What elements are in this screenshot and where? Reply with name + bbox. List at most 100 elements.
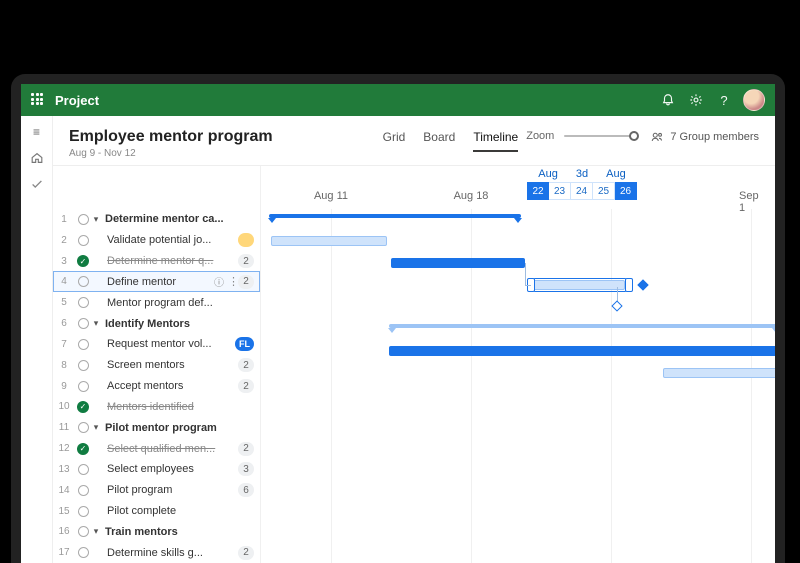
day-chip[interactable]: 25 [593, 182, 615, 200]
gantt-bar[interactable] [533, 280, 625, 290]
task-row[interactable]: 13Select employees3 [53, 459, 260, 480]
status-circle-icon[interactable] [75, 526, 91, 537]
day-chip[interactable]: 26 [615, 182, 637, 200]
status-circle-icon[interactable] [75, 360, 91, 371]
notifications-icon[interactable] [659, 91, 677, 109]
group-members-button[interactable]: 7 Group members [650, 128, 759, 144]
row-number: 6 [53, 318, 75, 329]
status-circle-icon[interactable] [75, 297, 91, 308]
left-rail: ≡ [21, 116, 53, 563]
gantt-bar[interactable] [271, 236, 387, 246]
status-circle-icon[interactable] [75, 235, 91, 246]
status-done-icon[interactable]: ✓ [75, 255, 91, 267]
count-badge[interactable]: 2 [238, 275, 254, 289]
task-row[interactable]: 17Determine skills g...2 [53, 542, 260, 563]
status-circle-icon[interactable] [75, 464, 91, 475]
count-badge[interactable]: 3 [238, 462, 254, 476]
caret-down-icon[interactable]: ▾ [91, 526, 101, 537]
user-avatar[interactable] [743, 89, 765, 111]
timeline-tick: Aug 11 [314, 190, 348, 202]
task-summary-row[interactable]: 1▾Determine mentor ca... [53, 209, 260, 230]
app-header: Project ? [21, 84, 775, 116]
task-row[interactable]: 8 Screen mentors2 [53, 355, 260, 376]
count-badge[interactable]: 6 [238, 483, 254, 497]
view-tabs: Grid Board Timeline [383, 128, 519, 152]
count-badge[interactable]: 2 [238, 379, 254, 393]
zoom-slider[interactable] [564, 130, 634, 142]
task-row[interactable]: 12✓Select qualified men...2 [53, 438, 260, 459]
row-number: 8 [53, 360, 75, 371]
caret-down-icon[interactable]: ▾ [91, 318, 101, 329]
gantt-bar[interactable] [391, 258, 525, 268]
assignee-badge[interactable]: FL [235, 337, 254, 351]
settings-icon[interactable] [687, 91, 705, 109]
status-circle-icon[interactable] [75, 547, 91, 558]
gantt-summary-bar[interactable] [389, 324, 775, 328]
gantt-endcap-icon [637, 279, 648, 290]
task-summary-row[interactable]: 16▾Train mentors [53, 521, 260, 542]
status-circle-icon[interactable] [75, 339, 91, 350]
task-label: Screen mentors [91, 359, 238, 371]
date-range-chipset[interactable]: Aug3dAug2223242526 [527, 168, 637, 200]
task-row[interactable]: 5Mentor program def... [53, 292, 260, 313]
day-chip[interactable]: 23 [549, 182, 571, 200]
status-circle-icon[interactable] [75, 422, 91, 433]
caret-down-icon[interactable]: ▾ [91, 214, 101, 225]
gantt-bar[interactable] [389, 346, 775, 356]
count-badge[interactable]: 2 [238, 546, 254, 560]
status-done-icon[interactable]: ✓ [75, 401, 91, 413]
assignee-avatar[interactable] [238, 233, 254, 247]
more-icon[interactable]: ⋮ [228, 275, 238, 288]
app-title: Project [55, 93, 99, 108]
gantt-resize-handle[interactable] [625, 278, 633, 292]
rail-check-icon[interactable] [28, 176, 46, 192]
day-chip[interactable]: 24 [571, 182, 593, 200]
task-row[interactable]: 14Pilot program6 [53, 480, 260, 501]
tab-board[interactable]: Board [423, 130, 455, 152]
task-row[interactable]: 4Define mentorⓘ⋮2 [53, 271, 260, 292]
info-icon[interactable]: ⓘ [214, 274, 224, 289]
gantt-bar[interactable] [663, 368, 775, 378]
task-row[interactable]: 3✓Determine mentor q...2 [53, 251, 260, 272]
status-circle-icon[interactable] [75, 214, 91, 225]
app-launcher-icon[interactable] [31, 93, 45, 107]
row-number: 15 [53, 506, 75, 517]
status-circle-icon[interactable] [75, 276, 91, 287]
tab-grid[interactable]: Grid [383, 130, 406, 152]
day-chip[interactable]: 22 [527, 182, 549, 200]
task-row[interactable]: 2Validate potential jo... [53, 230, 260, 251]
caret-down-icon[interactable]: ▾ [91, 422, 101, 433]
help-icon[interactable]: ? [715, 91, 733, 109]
task-label: Select qualified men... [91, 443, 238, 455]
status-circle-icon[interactable] [75, 485, 91, 496]
task-label: Identify Mentors [101, 318, 254, 330]
task-list: 1▾Determine mentor ca...2Validate potent… [53, 209, 261, 563]
count-badge[interactable]: 2 [238, 254, 254, 268]
count-badge[interactable]: 2 [238, 358, 254, 372]
row-number: 11 [53, 422, 75, 433]
task-label: Determine mentor ca... [101, 213, 254, 225]
task-row[interactable]: 7Request mentor vol...FL [53, 334, 260, 355]
task-row[interactable]: 15Pilot complete [53, 501, 260, 522]
task-summary-row[interactable]: 11▾Pilot mentor program [53, 417, 260, 438]
status-circle-icon[interactable] [75, 318, 91, 329]
task-summary-row[interactable]: 6 ▾Identify Mentors [53, 313, 260, 334]
task-row[interactable]: 10✓Mentors identified [53, 396, 260, 417]
status-done-icon[interactable]: ✓ [75, 443, 91, 455]
task-label: Determine mentor q... [91, 255, 238, 267]
task-label: Pilot program [91, 484, 238, 496]
page-date-range: Aug 9 - Nov 12 [69, 148, 273, 159]
rail-home-icon[interactable] [28, 150, 46, 166]
gantt-area[interactable] [261, 209, 775, 563]
dependency-link [525, 263, 526, 285]
row-number: 16 [53, 526, 75, 537]
tab-timeline[interactable]: Timeline [473, 130, 518, 152]
status-circle-icon[interactable] [75, 506, 91, 517]
count-badge[interactable]: 2 [238, 442, 254, 456]
gantt-summary-bar[interactable] [269, 214, 521, 218]
rail-menu-icon[interactable]: ≡ [28, 124, 46, 140]
timeline-tick: Aug 18 [454, 190, 489, 202]
status-circle-icon[interactable] [75, 381, 91, 392]
task-label: Mentors identified [91, 401, 254, 413]
task-row[interactable]: 9Accept mentors2 [53, 376, 260, 397]
